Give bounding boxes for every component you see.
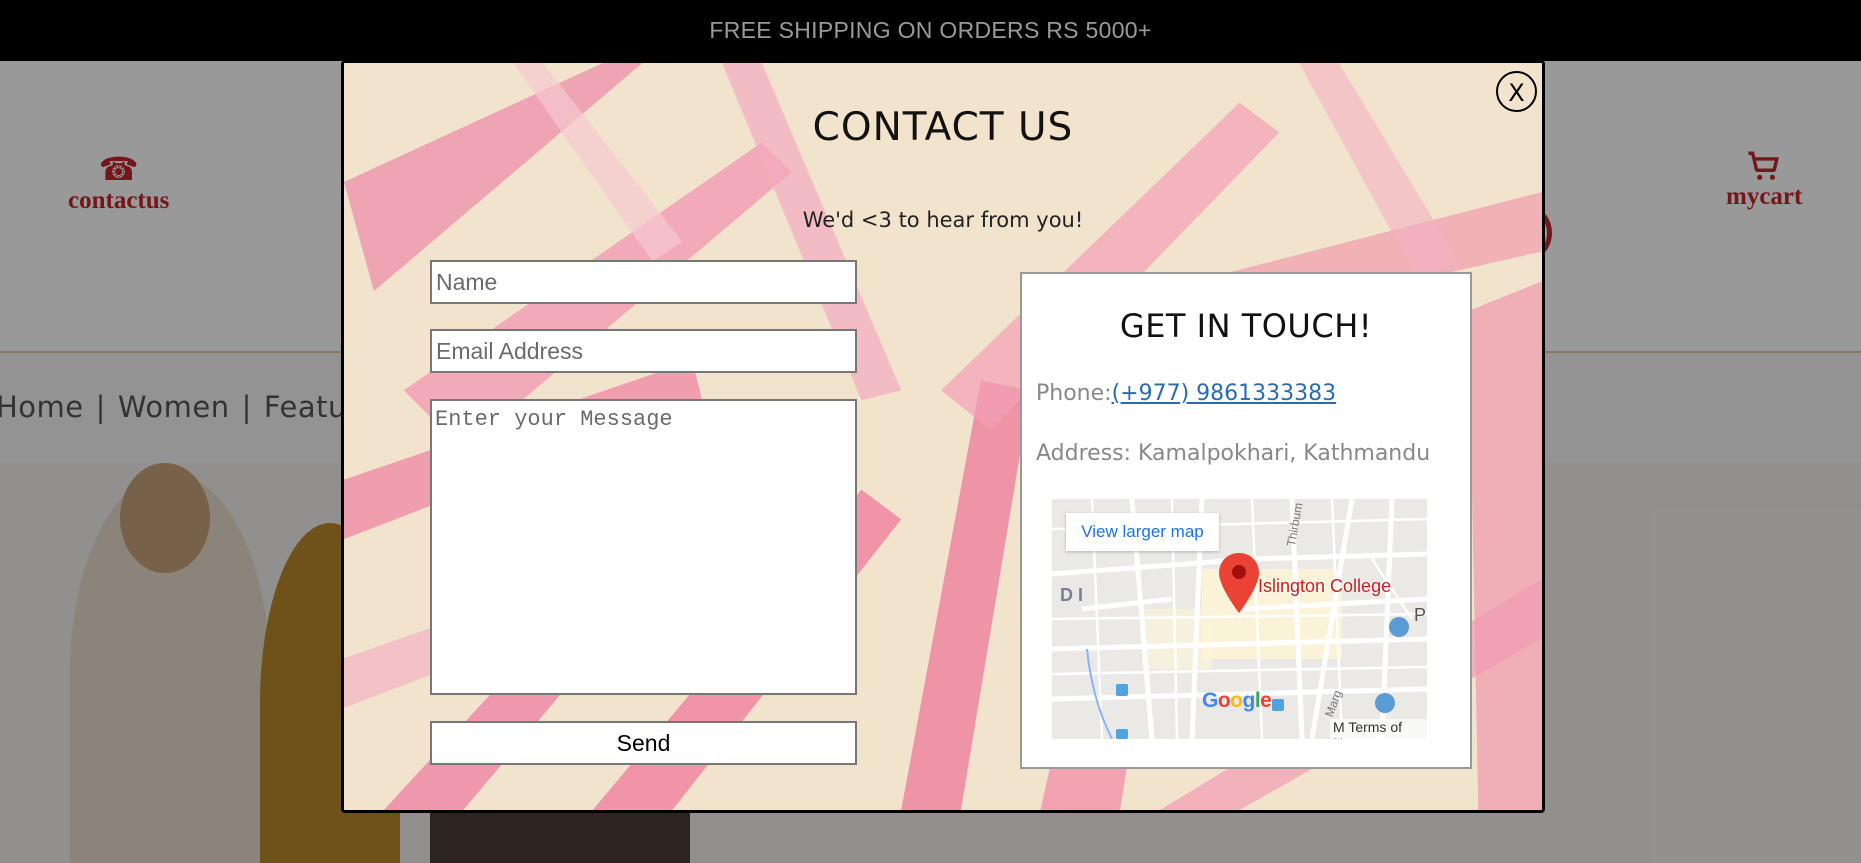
get-in-touch-card: GET IN TOUCH! Phone:(+977) 9861333383 Ad…	[1020, 272, 1472, 769]
get-in-touch-title: GET IN TOUCH!	[1119, 307, 1373, 345]
phone-link[interactable]: (+977) 9861333383	[1112, 381, 1337, 406]
google-letter: e	[1260, 689, 1272, 712]
google-letter: o	[1230, 689, 1243, 712]
modal-title: CONTACT US	[812, 105, 1074, 150]
map-terms-link[interactable]: M Terms of Use	[1330, 719, 1427, 739]
embedded-map[interactable]: Thirbum Marg Marg D I P View larger map …	[1052, 499, 1427, 739]
contact-modal: X CONTACT US We'd <3 to hear from you! S…	[341, 60, 1545, 813]
message-textarea[interactable]	[430, 399, 857, 695]
map-pin-icon	[1219, 553, 1259, 613]
email-input[interactable]	[430, 329, 857, 373]
map-place-label: Islington College	[1258, 576, 1392, 596]
map-edge-letter: M	[1333, 719, 1345, 735]
map-edge-label: P	[1414, 605, 1427, 625]
view-larger-map-link[interactable]: View larger map	[1066, 513, 1219, 551]
phone-line: Phone:(+977) 9861333383	[1036, 381, 1336, 406]
google-letter: G	[1202, 689, 1218, 712]
address-text: Address: Kamalpokhari, Kathmandu	[1036, 441, 1431, 466]
name-input[interactable]	[430, 260, 857, 304]
google-logo: Google	[1202, 689, 1272, 713]
phone-label: Phone:	[1036, 381, 1112, 406]
send-button[interactable]: Send	[430, 721, 857, 765]
map-area-label: D I	[1060, 585, 1084, 605]
google-letter: g	[1242, 689, 1256, 712]
modal-subtitle: We'd <3 to hear from you!	[802, 208, 1084, 232]
google-letter: o	[1217, 689, 1231, 712]
